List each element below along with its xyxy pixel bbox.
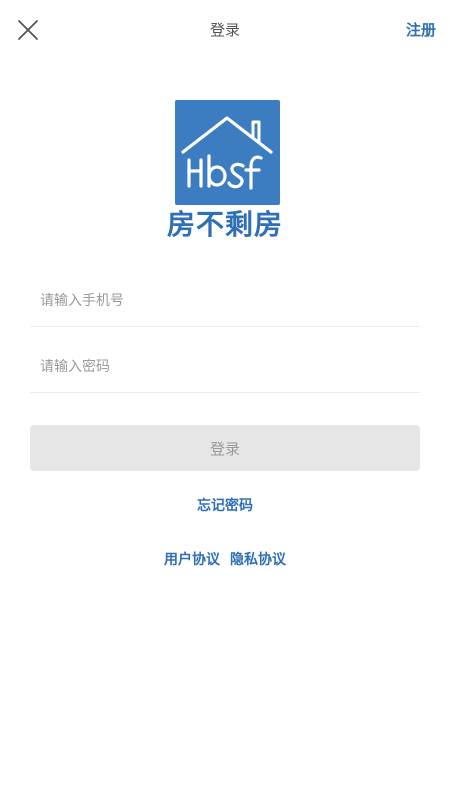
phone-input[interactable]	[40, 288, 410, 314]
phone-field	[30, 276, 420, 327]
brand-name: 房不剩房	[166, 208, 283, 241]
password-input[interactable]	[40, 354, 410, 380]
page-title: 登录	[209, 21, 240, 39]
forgot-password-link[interactable]: 忘记密码	[197, 498, 253, 514]
forgot-password-row: 忘记密码	[0, 495, 450, 517]
register-link[interactable]: 注册	[406, 18, 436, 42]
privacy-agreement-link[interactable]: 隐私协议	[230, 552, 286, 568]
top-bar: 登录 注册	[0, 0, 450, 62]
password-field	[30, 342, 420, 393]
user-agreement-link[interactable]: 用户协议	[164, 552, 220, 568]
app-logo	[175, 100, 280, 205]
agreements-row: 用户协议 隐私协议	[0, 549, 450, 571]
login-button[interactable]: 登录	[30, 425, 420, 471]
house-logo-icon	[181, 116, 273, 190]
